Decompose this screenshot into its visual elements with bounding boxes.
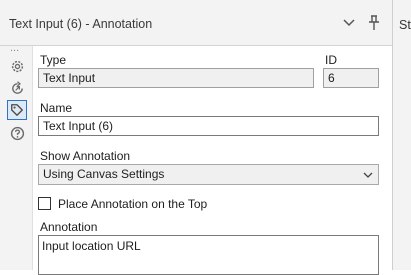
- annotation-textarea[interactable]: Input location URL: [38, 235, 379, 275]
- place-on-top-label[interactable]: Place Annotation on the Top: [58, 197, 207, 211]
- overflow-dots: ...: [10, 42, 20, 54]
- place-on-top-checkbox[interactable]: [38, 197, 51, 210]
- panel-title: Text Input (6) - Annotation: [9, 17, 153, 31]
- type-label: Type: [40, 53, 67, 67]
- chevron-down-icon: [363, 169, 373, 179]
- show-annotation-value: Using Canvas Settings: [43, 167, 165, 181]
- question-circle-icon[interactable]: [7, 123, 27, 143]
- id-field: 6: [323, 68, 379, 88]
- type-field: Text Input: [38, 68, 314, 88]
- chevron-down-icon[interactable]: [341, 15, 357, 31]
- name-input[interactable]: Text Input (6): [38, 116, 379, 136]
- show-annotation-select[interactable]: Using Canvas Settings: [38, 164, 379, 185]
- adjacent-panel-strip: St: [392, 0, 411, 270]
- adjacent-panel-tab[interactable]: St: [399, 18, 411, 32]
- pin-icon[interactable]: [366, 15, 382, 31]
- show-annotation-label: Show Annotation: [40, 149, 131, 163]
- panel-header: Text Input (6) - Annotation: [0, 0, 392, 46]
- config-sidebar: ...: [0, 42, 33, 270]
- gear-icon[interactable]: [7, 56, 27, 76]
- name-label: Name: [40, 101, 73, 115]
- tag-icon[interactable]: [7, 100, 27, 120]
- annotation-label: Annotation: [40, 220, 98, 234]
- connection-rotate-icon[interactable]: [7, 78, 27, 98]
- id-label: ID: [325, 53, 337, 67]
